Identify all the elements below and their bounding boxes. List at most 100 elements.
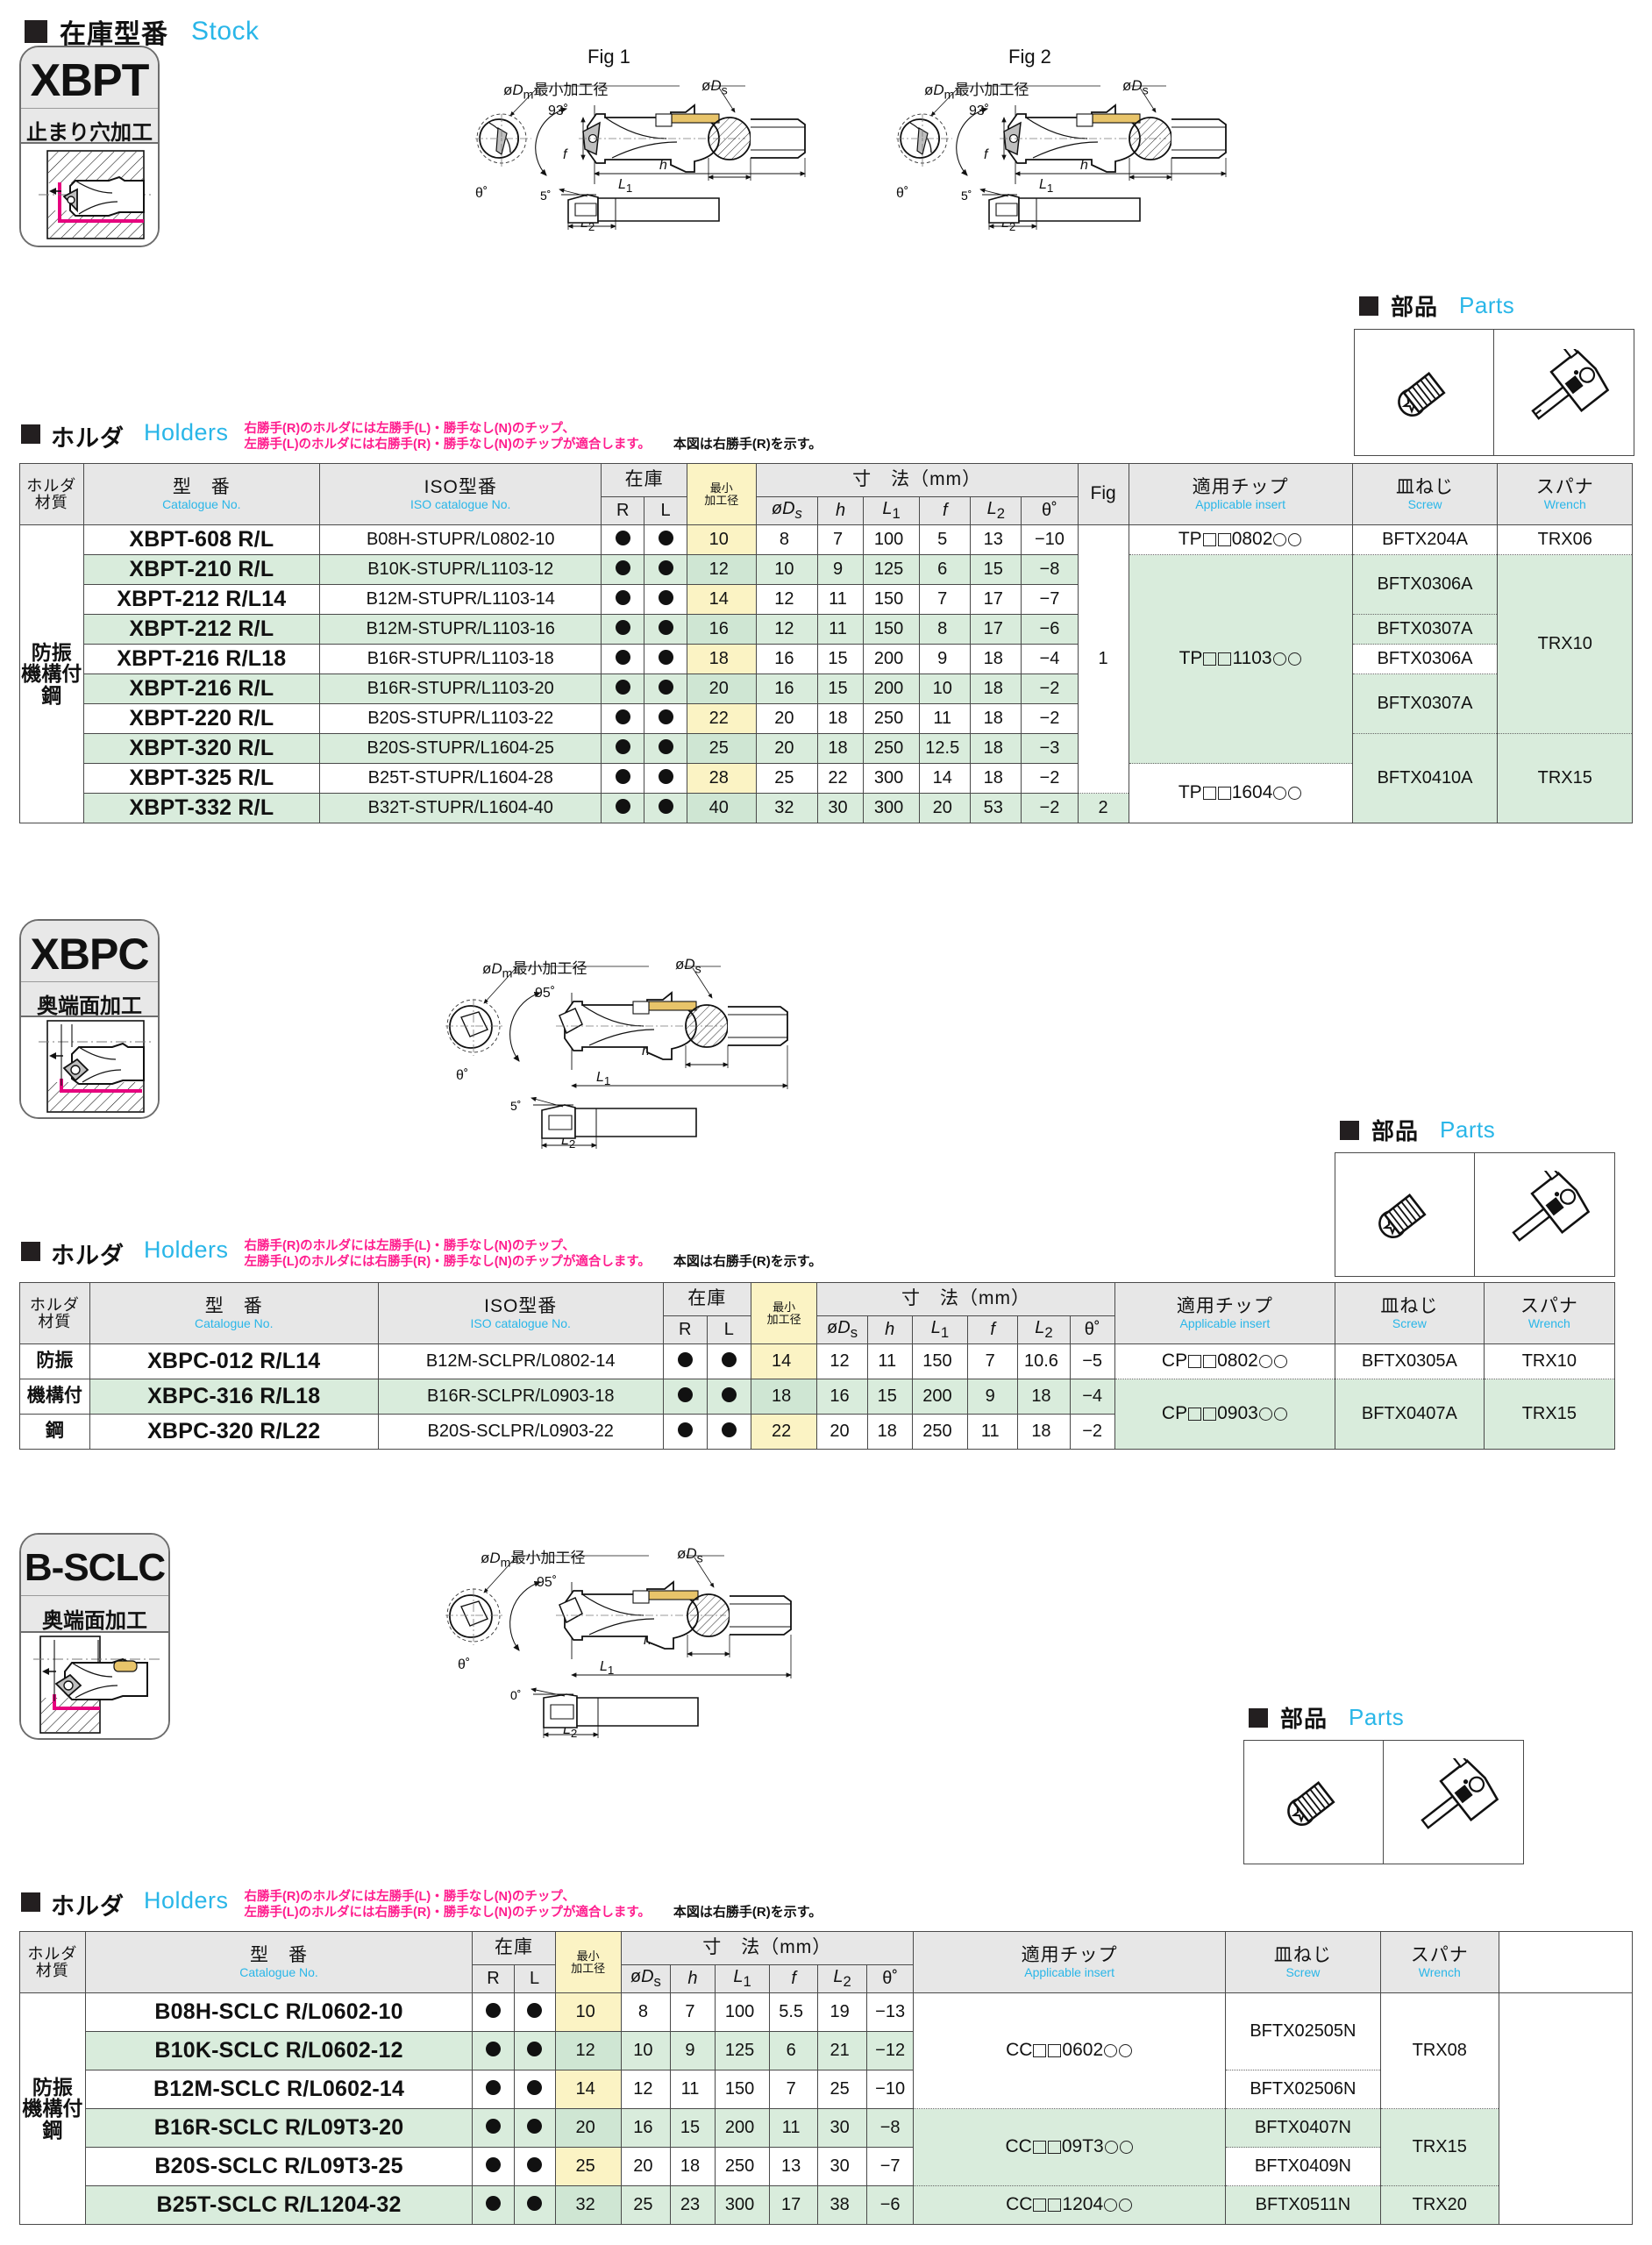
- th-insert-xbpc: 適用チップ Applicable insert: [1114, 1282, 1336, 1344]
- th-material-xbpt: ホルダ 材質: [19, 463, 84, 525]
- cell-iso-no: B12M-STUPR/L1103-16: [319, 614, 602, 645]
- cell-theta: −4: [1069, 1379, 1115, 1415]
- cell-L1: 250: [862, 703, 921, 734]
- cell-ds: 20: [620, 2147, 672, 2186]
- cell-catalogue-no[interactable]: XBPT-325 R/L: [82, 763, 321, 794]
- cell-wrench-0: TRX06: [1497, 524, 1633, 555]
- cell-iso-no: B32T-STUPR/L1604-40: [319, 793, 602, 823]
- th-stock-xbpc: 在庫: [662, 1282, 751, 1316]
- table-row[interactable]: 防振 機構付鋼 B08H-SCLC R/L0602-10 10 8 7 100 5.5 19 −1…: [19, 1992, 1634, 2225]
- cell-catalogue-no[interactable]: B08H-SCLC R/L0602-10: [84, 1992, 474, 2032]
- th-l1-xbpt: L1: [862, 496, 921, 525]
- cell-catalogue-no[interactable]: XBPT-216 R/L: [82, 674, 321, 704]
- cell-catalogue-no[interactable]: B20S-SCLC R/L09T3-25: [84, 2147, 474, 2186]
- cell-theta: −2: [1021, 763, 1079, 794]
- cell-theta: −13: [866, 1992, 915, 2032]
- parts-box-bsclc: [1243, 1740, 1524, 1864]
- cell-catalogue-no[interactable]: B12M-SCLC R/L0602-14: [84, 2070, 474, 2109]
- cell-catalogue-no[interactable]: XBPC-012 R/L14: [89, 1343, 379, 1379]
- cell-catalogue-no[interactable]: B16R-SCLC R/L09T3-20: [84, 2108, 474, 2148]
- cell-theta: −4: [1021, 644, 1079, 674]
- cell-ds: 25: [755, 763, 819, 794]
- cell-catalogue-no[interactable]: B25T-SCLC R/L1204-32: [84, 2185, 474, 2225]
- th-dims-xbpt: 寸 法（mm）: [755, 463, 1079, 497]
- cell-material: 防振 機構付鋼: [19, 524, 84, 823]
- cell-iso-no: B16R-STUPR/L1103-18: [319, 644, 602, 674]
- filled-circle-icon: [658, 619, 673, 635]
- holders-note-right-xbpt: 本図は右勝手(R)を示す。: [673, 437, 822, 453]
- table-row[interactable]: XBPT-320 R/L B20S-STUPR/L1604-25 25 20 18 250…: [19, 733, 1633, 823]
- cell-min-dia: 22: [750, 1414, 818, 1450]
- th-catalogue-xbpt: 型 番 Catalogue No.: [82, 463, 321, 525]
- cell-stock-l: [644, 733, 687, 764]
- cell-catalogue-no[interactable]: XBPT-212 R/L14: [82, 584, 321, 615]
- cell-min-dia: 12: [686, 554, 757, 585]
- wrench-icon: [1511, 1171, 1590, 1242]
- table-row[interactable]: 防振 機構付鋼 XBPT-608 R/L B08H-STUPR/L0802-10 10 8…: [19, 524, 1633, 823]
- cell-material: 防振 機構付鋼: [19, 1992, 86, 2225]
- cell-ds: 25: [620, 2185, 672, 2225]
- table-row[interactable]: B16R-SCLC R/L09T3-20 20 16 15 200 11 30 −8 CC 09T…: [19, 2108, 1633, 2186]
- holders-note-line1-xbpc: 右勝手(R)のホルダには左勝手(L)・勝手なし(N)のチップ、: [244, 1239, 575, 1253]
- parts-heading-xbpc: 部品 Parts: [1340, 1114, 1495, 1146]
- cell-f: 14: [919, 763, 972, 794]
- cell-ds: 16: [816, 1379, 868, 1415]
- cell-f: 7: [769, 2070, 818, 2109]
- filled-circle-icon: [658, 559, 673, 575]
- table-row[interactable]: 機構付 XBPC-316 R/L18 B16R-SCLPR/L0903-18 18 16…: [19, 1379, 1616, 1450]
- holders-note-line2-bsclc: 左勝手(L)のホルダには右勝手(R)・勝手なし(N)のチップが適合します。 本図…: [244, 1905, 822, 1921]
- parts-heading-xbpc-jp: 部品: [1371, 1118, 1420, 1144]
- cell-min-dia: 10: [686, 524, 757, 555]
- table-row[interactable]: XBPT-216 R/L18 B16R-STUPR/L1103-18 18 16 15 2…: [20, 644, 1633, 674]
- filled-circle-icon: [485, 2002, 501, 2018]
- holders-bsclc-en: Holders: [144, 1887, 229, 1914]
- th-ds-xbpc: øDs: [816, 1315, 868, 1344]
- cell-stock-r: [662, 1414, 708, 1450]
- cell-catalogue-no[interactable]: XBPT-220 R/L: [82, 703, 321, 734]
- table-xbpc-header-row-1: ホルダ 材質 型 番 Catalogue No. ISO型番 ISO catal…: [19, 1282, 1616, 1344]
- cell-catalogue-no[interactable]: XBPC-316 R/L18: [89, 1379, 379, 1415]
- th-ds-bsclc: øDs: [620, 1964, 672, 1993]
- cell-catalogue-no[interactable]: XBPT-216 R/L18: [82, 644, 321, 674]
- black-square-bullet-icon: [1249, 1707, 1268, 1728]
- table-row[interactable]: XBPT-212 R/L B12M-STUPR/L1103-16 16 12 11 150…: [19, 614, 1633, 645]
- cell-stock-l: [706, 1343, 751, 1379]
- cell-catalogue-no[interactable]: XBPT-608 R/L: [82, 524, 321, 555]
- badge-xbpc: XBPC 奥端面加工: [19, 919, 160, 1119]
- parts-cell-screw-xbpc: [1335, 1153, 1475, 1276]
- table-row[interactable]: XBPT-210 R/L B10K-STUPR/L1103-12 12 10 9 125 6…: [19, 554, 1633, 764]
- cell-theta: −2: [1021, 703, 1079, 734]
- th-catalogue-bsclc: 型 番 Catalogue No.: [84, 1931, 474, 1993]
- wrench-icon: [1420, 1758, 1499, 1829]
- parts-cell-screw-bsclc: [1244, 1741, 1384, 1864]
- cell-catalogue-no[interactable]: XBPT-320 R/L: [82, 733, 321, 764]
- svg-text:5˚: 5˚: [961, 189, 972, 203]
- table-bsclc-header-row-1: ホルダ 材質 型 番 Catalogue No. 在庫 最小 加工径 寸 法（m…: [19, 1931, 1634, 1993]
- table-row[interactable]: XBPT-216 R/L B16R-STUPR/L1103-20 20 16 15 200…: [19, 674, 1633, 734]
- cell-L1: 200: [714, 2108, 771, 2148]
- cell-iso-no: B16R-STUPR/L1103-20: [319, 674, 602, 704]
- cell-stock-r: [662, 1379, 708, 1415]
- cell-catalogue-no[interactable]: XBPT-212 R/L: [82, 614, 321, 645]
- th-h-bsclc: h: [670, 1964, 716, 1993]
- th-l2-xbpc: L2: [1017, 1315, 1071, 1344]
- cell-catalogue-no[interactable]: XBPT-210 R/L: [82, 554, 321, 585]
- cell-catalogue-no[interactable]: B10K-SCLC R/L0602-12: [84, 2031, 474, 2070]
- cell-h: 9: [817, 554, 864, 585]
- cell-catalogue-no[interactable]: XBPT-332 R/L: [82, 793, 321, 823]
- cell-theta: −6: [866, 2185, 915, 2225]
- filled-circle-icon: [485, 2079, 501, 2095]
- cell-h: 15: [817, 644, 864, 674]
- cell-L2: 53: [970, 793, 1022, 823]
- filled-circle-icon: [658, 768, 673, 784]
- cell-ds: 12: [755, 614, 819, 645]
- cell-screw-3: BFTX0409N: [1225, 2147, 1381, 2186]
- cell-ds: 8: [755, 524, 819, 555]
- cell-stock-r: [601, 763, 645, 794]
- table-row[interactable]: B25T-SCLC R/L1204-32 32 25 23 300 17 38 −6 CC 120…: [19, 2185, 1633, 2225]
- badge-bsclc-subtitle: 奥端面加工: [21, 1596, 168, 1633]
- table-row[interactable]: 防振 XBPC-012 R/L14 B12M-SCLPR/L0802-14 14 12 1…: [19, 1343, 1616, 1379]
- cell-catalogue-no[interactable]: XBPC-320 R/L22: [89, 1414, 379, 1450]
- cell-fig-1: 2: [1077, 793, 1129, 823]
- cell-h: 15: [866, 1379, 913, 1415]
